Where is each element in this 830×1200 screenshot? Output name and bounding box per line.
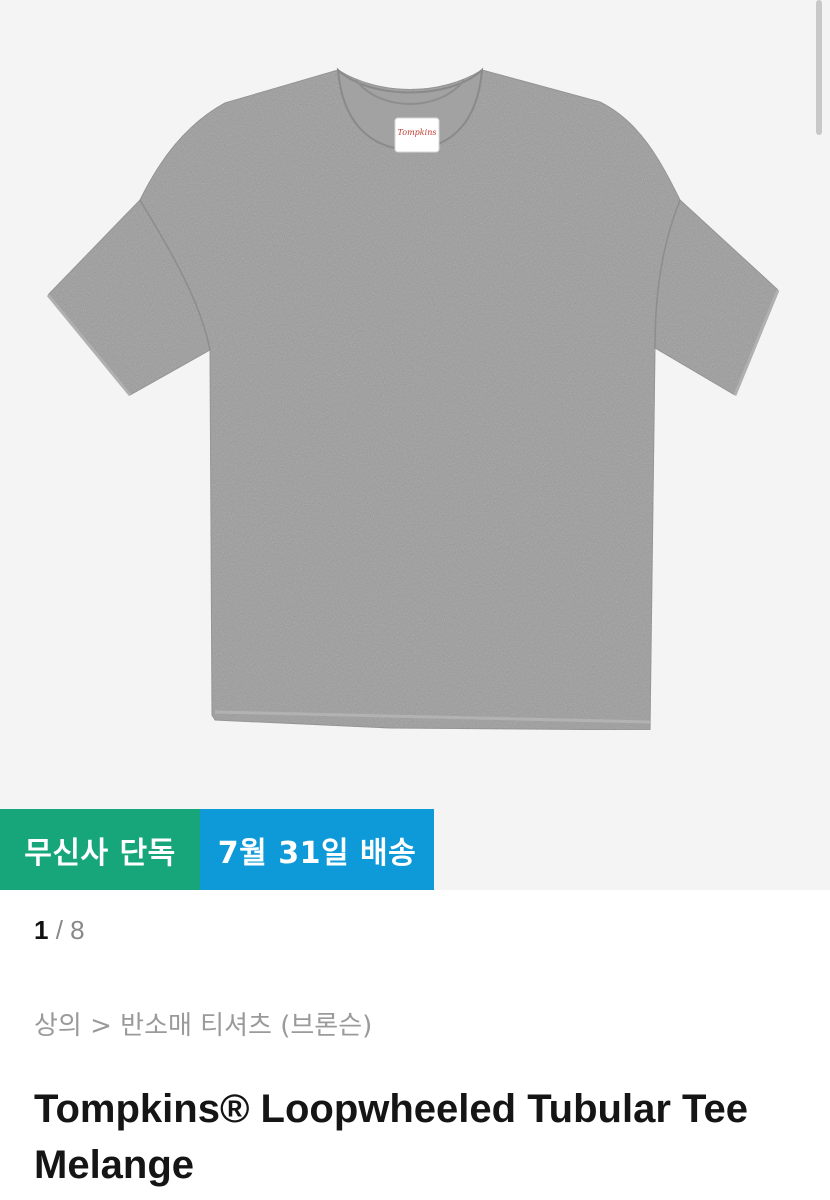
image-counter-separator: / (48, 915, 71, 945)
tshirt-shape (47, 69, 779, 731)
product-image: Tompkins (46, 67, 780, 731)
image-counter-current: 1 (34, 915, 49, 945)
badge-row: 무신사 단독 7월 31일 배송 (0, 809, 434, 890)
product-image-gallery[interactable]: Tompkins (0, 0, 830, 890)
image-counter-total: 8 (70, 915, 85, 945)
scrollbar[interactable] (816, 0, 822, 135)
exclusive-badge: 무신사 단독 (0, 809, 200, 890)
neck-label-text: Tompkins (398, 128, 437, 137)
product-title: Tompkins® Loopwheeled Tubular Tee Melang… (34, 1087, 748, 1187)
image-counter: 1 / 8 (34, 915, 85, 946)
delivery-date-badge: 7월 31일 배송 (200, 809, 434, 890)
category-breadcrumb[interactable]: 상의 > 반소매 티셔츠 (브론슨) (34, 1005, 372, 1042)
